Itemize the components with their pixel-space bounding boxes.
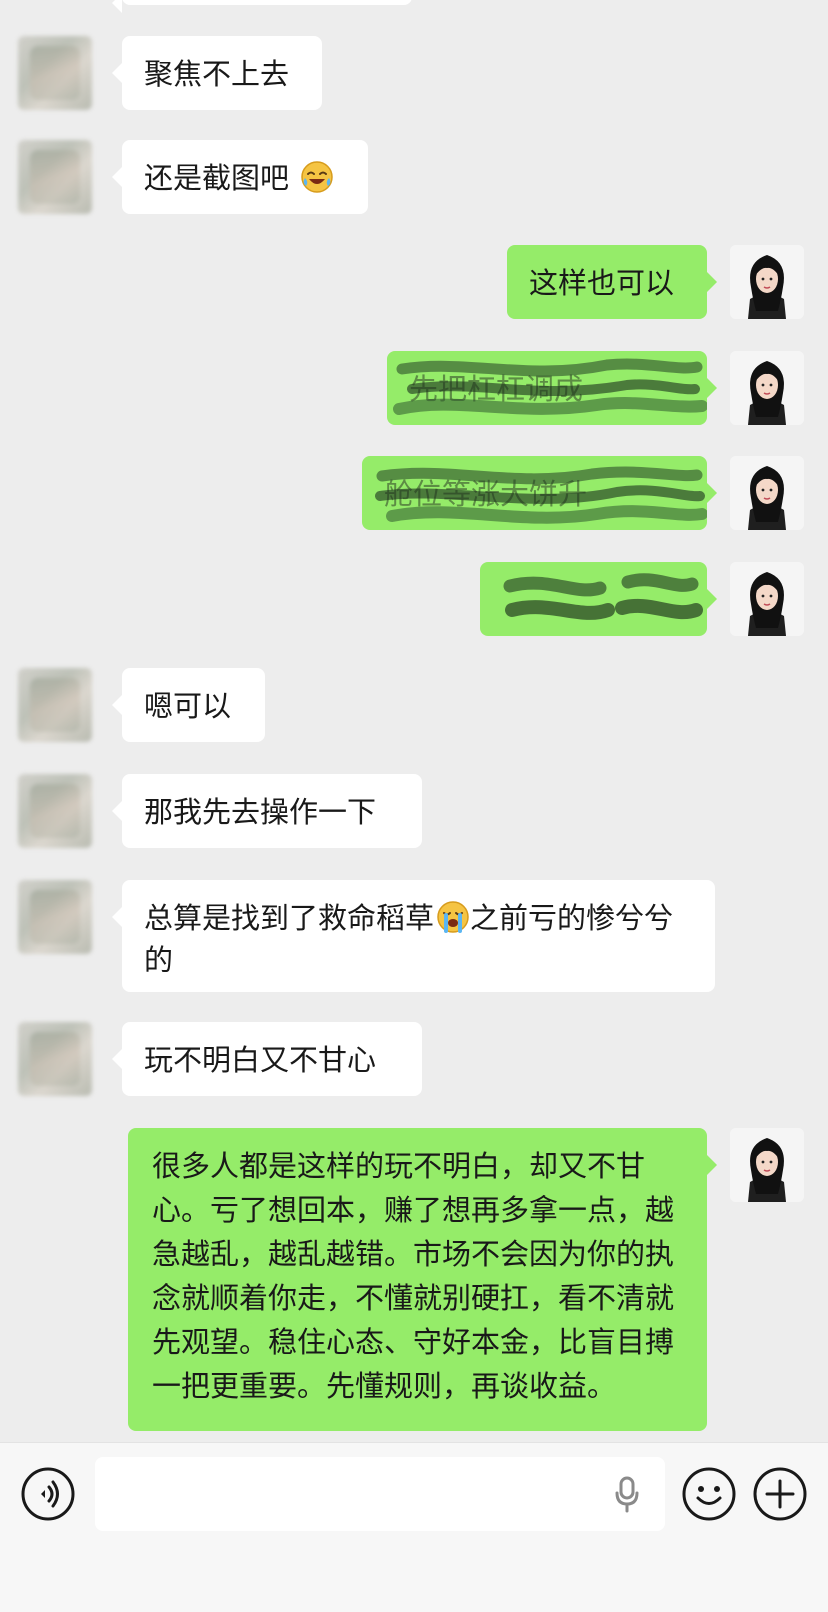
contact-avatar[interactable]: [18, 880, 92, 954]
contact-avatar[interactable]: [18, 140, 92, 214]
message-bubble-other[interactable]: 那我先去操作一下: [112, 774, 422, 848]
message-text: 总算是找到了救命稻草: [144, 901, 435, 935]
message-row-3: 这样也可以: [0, 245, 828, 319]
chat-input-bar: [0, 1442, 828, 1612]
loudly-crying-face-icon: [437, 901, 469, 933]
voice-icon[interactable]: [20, 1466, 76, 1522]
message-row-2: 还是截图吧: [0, 140, 828, 214]
message-bubble-other[interactable]: 玩不明白又不甘心: [112, 1022, 422, 1096]
message-text: 很多人都是这样的玩不明白，却又不甘心。亏了想回本，赚了想再多拿一点，越急越乱，越…: [152, 1149, 675, 1403]
message-text: 玩不明白又不甘心: [144, 1043, 377, 1077]
message-bubble-self-redacted[interactable]: 舱位等涨大饼升: [362, 456, 717, 530]
user-avatar[interactable]: [730, 562, 804, 636]
user-avatar[interactable]: [730, 456, 804, 530]
message-row-9: 总算是找到了救命稻草 之前亏的惨兮兮的: [0, 880, 828, 992]
user-avatar-image: [730, 456, 804, 530]
message-bubble-other[interactable]: 还是截图吧: [112, 140, 368, 214]
user-avatar-image: [730, 562, 804, 636]
message-bubble-other: [112, 0, 412, 13]
message-text: 那我先去操作一下: [144, 795, 377, 829]
contact-avatar[interactable]: [18, 1022, 92, 1096]
message-input[interactable]: [95, 1457, 665, 1531]
face-with-tears-of-joy-icon: [301, 161, 333, 193]
contact-avatar[interactable]: [18, 774, 92, 848]
message-row-4: 先把杠杠调成: [0, 351, 828, 425]
microphone-icon[interactable]: [607, 1473, 647, 1515]
message-text: 嗯可以: [144, 689, 232, 723]
message-bubble-self-redacted[interactable]: 先把杠杠调成: [387, 351, 717, 425]
message-bubble-other[interactable]: 嗯可以: [112, 668, 265, 742]
user-avatar[interactable]: [730, 351, 804, 425]
contact-avatar[interactable]: [18, 668, 92, 742]
message-bubble-self-redacted[interactable]: [480, 562, 717, 636]
message-bubble-self[interactable]: 这样也可以: [507, 245, 717, 319]
message-bubble-other[interactable]: 聚焦不上去: [112, 36, 322, 110]
redaction-scribble: [503, 573, 703, 620]
message-bubble-self[interactable]: 很多人都是这样的玩不明白，却又不甘心。亏了想回本，赚了想再多拿一点，越急越乱，越…: [128, 1128, 717, 1431]
message-row-10: 玩不明白又不甘心: [0, 1022, 828, 1096]
message-row-1: 聚焦不上去: [0, 36, 828, 110]
user-avatar-image: [730, 1128, 804, 1202]
message-row-11: 很多人都是这样的玩不明白，却又不甘心。亏了想回本，赚了想再多拿一点，越急越乱，越…: [0, 1128, 828, 1431]
message-row-6: [0, 562, 828, 636]
message-bubble-other[interactable]: 总算是找到了救命稻草 之前亏的惨兮兮的: [112, 880, 715, 992]
message-text: 聚焦不上去: [144, 57, 290, 91]
message-row-8: 那我先去操作一下: [0, 774, 828, 848]
message-text: 这样也可以: [529, 266, 675, 300]
message-row-7: 嗯可以: [0, 668, 828, 742]
user-avatar-image: [730, 351, 804, 425]
message-text: 舱位等涨大饼升: [384, 477, 588, 511]
contact-avatar[interactable]: [18, 36, 92, 110]
message-text: 先把杠杠调成: [409, 372, 584, 406]
user-avatar-image: [730, 245, 804, 319]
chat-message-list[interactable]: 聚焦不上去 还是截图吧 这样也可以 先把杠杠调成 舱位等涨大饼升 嗯可以 那我先…: [0, 0, 828, 1442]
user-avatar[interactable]: [730, 245, 804, 319]
plus-icon[interactable]: [752, 1466, 808, 1522]
user-avatar[interactable]: [730, 1128, 804, 1202]
emoji-icon[interactable]: [681, 1466, 737, 1522]
message-text: 还是截图吧: [144, 161, 290, 195]
message-row-5: 舱位等涨大饼升: [0, 456, 828, 530]
